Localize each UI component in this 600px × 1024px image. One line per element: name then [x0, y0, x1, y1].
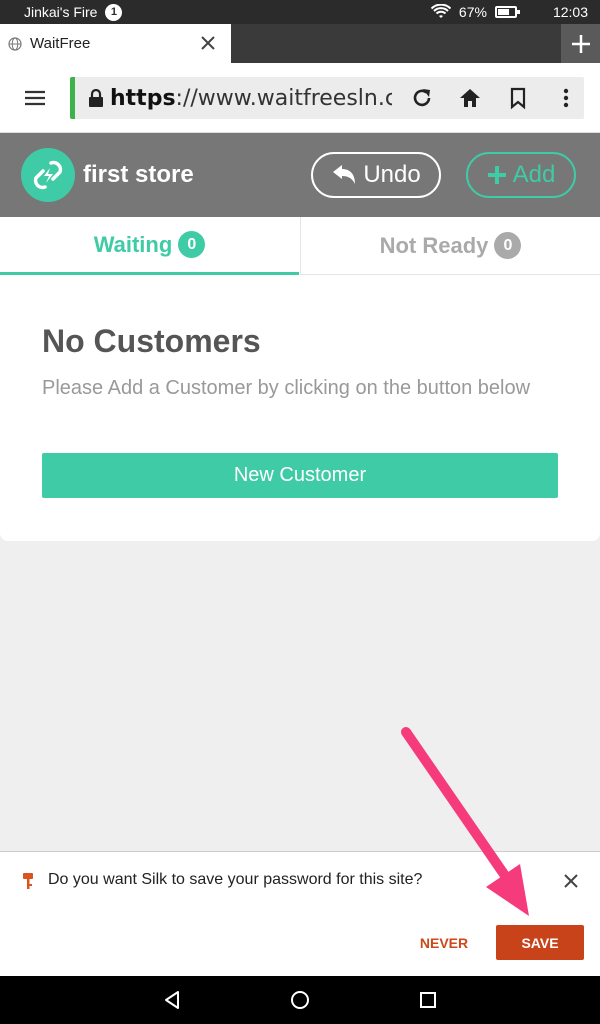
- url-rest: ://www.waitfreesln.com: [175, 85, 392, 111]
- browser-tab[interactable]: WaitFree: [0, 24, 231, 63]
- store-name: first store: [83, 161, 194, 188]
- tab-not-ready[interactable]: Not Ready 0: [300, 217, 600, 275]
- bookmark-icon[interactable]: [506, 86, 530, 110]
- url-scheme: https: [110, 85, 176, 111]
- plus-icon: [571, 34, 590, 53]
- waiting-count-badge: 0: [178, 231, 206, 258]
- save-button[interactable]: SAVE: [496, 925, 584, 960]
- hamburger-menu-icon[interactable]: [24, 89, 46, 107]
- new-customer-button[interactable]: New Customer: [42, 453, 558, 498]
- tab-waiting-label: Waiting: [93, 231, 173, 257]
- url-field[interactable]: https://www.waitfreesln.com: [70, 77, 584, 119]
- battery-percent: 67%: [458, 4, 487, 20]
- wifi-icon: [430, 4, 451, 18]
- system-nav-bar: [0, 976, 600, 1024]
- add-button[interactable]: Add: [466, 152, 576, 198]
- close-icon[interactable]: [562, 872, 580, 890]
- home-icon[interactable]: [458, 86, 482, 110]
- address-bar-row: https://www.waitfreesln.com: [0, 63, 600, 133]
- clock: 12:03: [552, 4, 588, 20]
- link-bolt-icon: [33, 160, 63, 190]
- tab-title: WaitFree: [30, 35, 91, 52]
- key-icon: [23, 873, 33, 889]
- undo-button[interactable]: Undo: [311, 152, 441, 198]
- undo-icon: [333, 165, 356, 184]
- status-left: Jinkai's Fire 1: [24, 3, 123, 21]
- close-tab-icon[interactable]: [199, 34, 217, 52]
- tab-not-ready-label: Not Ready: [379, 232, 489, 258]
- new-tab-button[interactable]: [561, 24, 600, 63]
- status-bar: Jinkai's Fire 1 67% 12:03: [0, 0, 600, 24]
- plus-icon: [487, 166, 506, 184]
- undo-label: Undo: [363, 161, 421, 188]
- globe-icon: [8, 36, 22, 51]
- more-options-icon[interactable]: [554, 86, 578, 110]
- prompt-message: Do you want Silk to save your password f…: [48, 871, 423, 888]
- never-button[interactable]: NEVER: [412, 926, 476, 960]
- home-circle-icon[interactable]: [288, 988, 312, 1012]
- save-password-prompt: Do you want Silk to save your password f…: [0, 851, 600, 976]
- tab-waiting[interactable]: Waiting 0: [0, 217, 299, 275]
- add-label: Add: [512, 161, 556, 188]
- queue-tabs: Waiting 0 Not Ready 0: [0, 217, 600, 275]
- empty-state-card: No Customers Please Add a Customer by cl…: [0, 275, 600, 541]
- battery-icon: [494, 6, 520, 18]
- device-name: Jinkai's Fire: [24, 4, 98, 20]
- empty-state-title: No Customers: [42, 323, 261, 359]
- reload-icon[interactable]: [410, 86, 434, 110]
- lock-icon: [89, 89, 103, 107]
- app-header: first store Undo Add: [0, 133, 600, 217]
- app-logo: [21, 148, 75, 202]
- recents-icon[interactable]: [416, 988, 440, 1012]
- url-text: https://www.waitfreesln.com: [110, 86, 392, 111]
- not-ready-count-badge: 0: [494, 232, 522, 259]
- status-right: 67% 12:03: [430, 4, 588, 20]
- browser-tab-strip: WaitFree: [0, 24, 600, 63]
- notification-badge: 1: [105, 3, 123, 21]
- empty-state-text: Please Add a Customer by clicking on the…: [42, 377, 531, 399]
- battery-fill: [497, 9, 509, 15]
- back-icon[interactable]: [160, 988, 184, 1012]
